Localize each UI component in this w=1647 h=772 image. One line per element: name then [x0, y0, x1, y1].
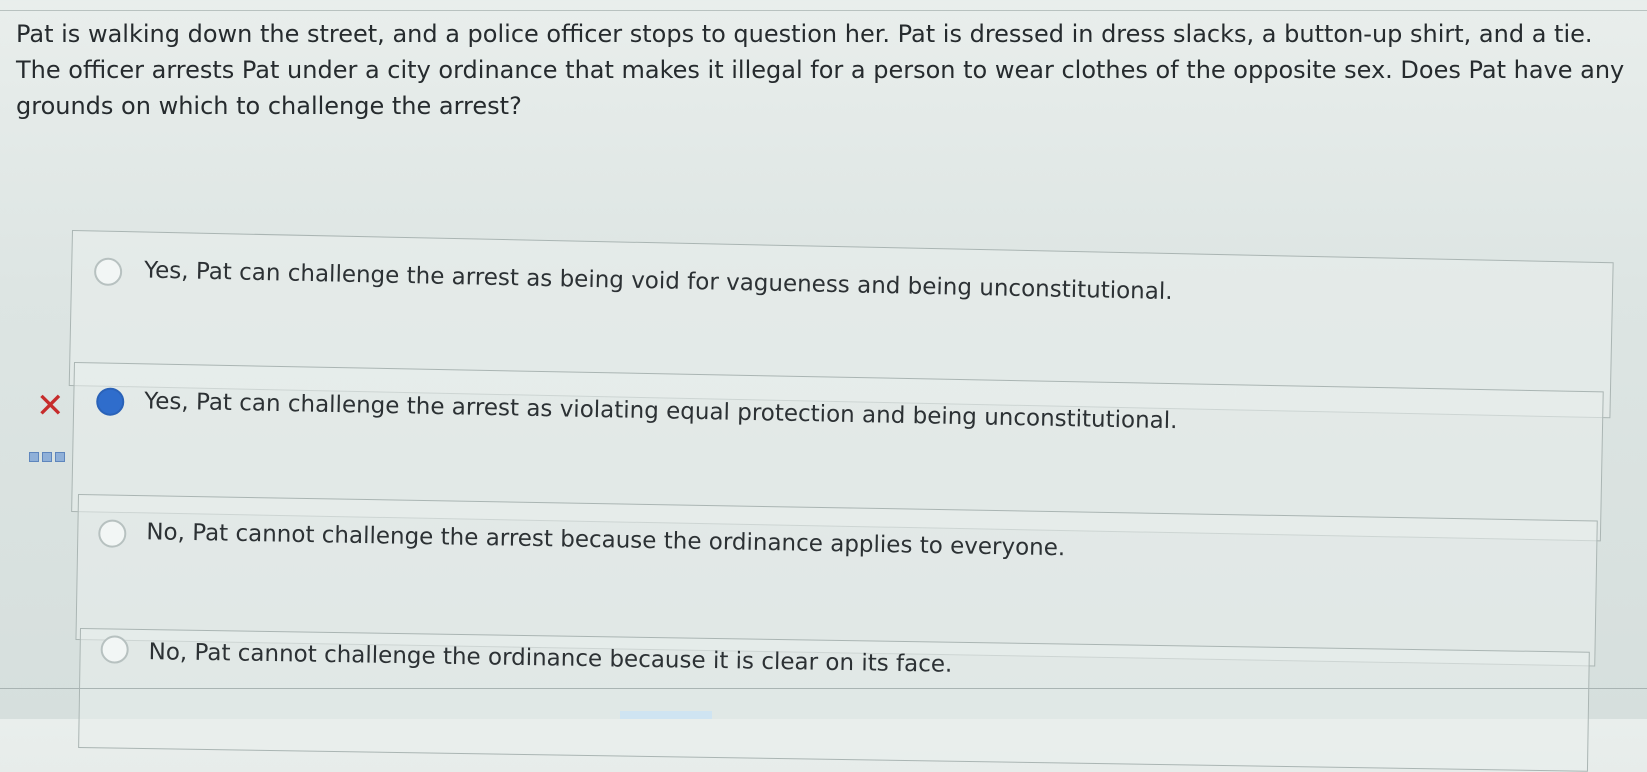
dot-icon — [29, 452, 39, 462]
question-text: Pat is walking down the street, and a po… — [16, 20, 1625, 120]
radio-button-unselected[interactable] — [100, 635, 129, 664]
ellipsis-icon[interactable] — [29, 452, 69, 464]
dot-icon — [42, 452, 52, 462]
radio-button-unselected[interactable] — [98, 519, 127, 548]
answer-option-label: No, Pat cannot challenge the arrest beca… — [146, 519, 1066, 562]
dot-icon — [55, 452, 65, 462]
scroll-indicator — [620, 711, 712, 719]
question-top-rule — [0, 10, 1647, 11]
answer-option-label: No, Pat cannot challenge the ordinance b… — [148, 639, 953, 678]
page-divider — [0, 688, 1647, 689]
radio-button-unselected[interactable] — [93, 257, 123, 287]
answer-option-4[interactable]: No, Pat cannot challenge the ordinance b… — [78, 628, 1590, 772]
answer-option-label: Yes, Pat can challenge the arrest as vio… — [144, 388, 1178, 435]
incorrect-x-icon: ✕ — [36, 386, 65, 426]
answer-option-label: Yes, Pat can challenge the arrest as bei… — [143, 257, 1173, 306]
radio-button-selected[interactable] — [95, 387, 125, 416]
